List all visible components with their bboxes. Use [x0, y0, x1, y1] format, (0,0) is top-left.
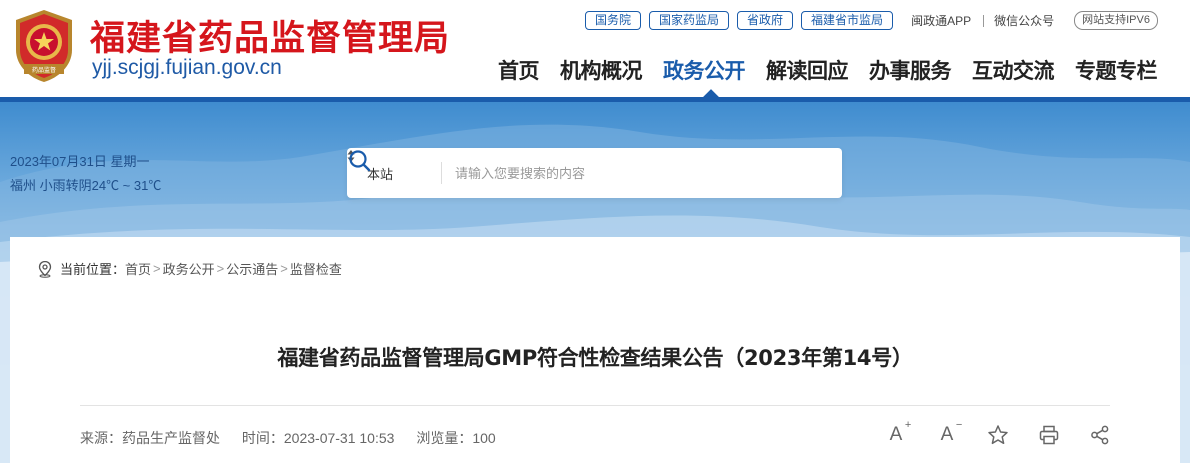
- favorite-button[interactable]: [987, 424, 1009, 446]
- article-card: 当前位置： 首页 > 政务公开 > 公示通告 > 监督检查 福建省药品监督管理局…: [10, 237, 1180, 463]
- top-link-market-supervision[interactable]: 福建省市监局: [801, 11, 894, 30]
- top-link-nmpa[interactable]: 国家药监局: [649, 11, 730, 30]
- breadcrumb-notices[interactable]: 公示通告: [226, 259, 278, 278]
- site-domain: yjj.scjgj.fujian.gov.cn: [92, 56, 282, 79]
- font-smaller-icon: A −: [940, 419, 963, 445]
- site-header: 药品监督 福建省药品监督管理局 yjj.scjgj.fujian.gov.cn …: [0, 0, 1190, 98]
- nav-government-affairs[interactable]: 政务公开: [663, 55, 746, 85]
- search-box: 本站: [347, 148, 842, 198]
- title-divider: [80, 405, 1110, 406]
- share-icon: [1091, 425, 1109, 445]
- breadcrumb-separator: >: [216, 261, 225, 276]
- print-icon: [1039, 425, 1059, 445]
- font-larger-icon: A +: [889, 419, 912, 445]
- breadcrumb: 当前位置： 首页 > 政务公开 > 公示通告 > 监督检查: [36, 259, 342, 278]
- weather-info: 福州 小雨转阴24℃ ~ 31℃: [10, 178, 162, 193]
- article-tools: A + A −: [885, 419, 1111, 446]
- top-links: 国务院 国家药监局 省政府 福建省市监局 闽政通APP 微信公众号 网站支持IP…: [585, 11, 1158, 30]
- article-time: 时间：2023-07-31 10:53: [241, 430, 395, 446]
- breadcrumb-home[interactable]: 首页: [125, 259, 151, 278]
- site-title[interactable]: 福建省药品监督管理局: [90, 10, 450, 61]
- main-nav: 首页 机构概况 政务公开 解读回应 办事服务 互动交流 专题专栏: [498, 55, 1158, 85]
- share-button[interactable]: [1089, 424, 1111, 446]
- print-button[interactable]: [1038, 424, 1060, 446]
- app-link[interactable]: 闽政通APP: [911, 12, 971, 29]
- top-link-state-council[interactable]: 国务院: [585, 11, 642, 30]
- article-views: 浏览量：100: [416, 430, 496, 446]
- nav-services[interactable]: 办事服务: [869, 55, 952, 85]
- emblem-icon[interactable]: 药品监督: [10, 8, 78, 84]
- location-icon: [38, 260, 52, 278]
- article-source: 来源：药品生产监督处: [80, 430, 220, 446]
- search-input[interactable]: [455, 160, 785, 186]
- top-link-province-gov[interactable]: 省政府: [737, 11, 794, 30]
- search-divider: [441, 162, 442, 184]
- current-date: 2023年07月31日 星期一: [10, 154, 150, 169]
- article-title: 福建省药品监督管理局GMP符合性检查结果公告（2023年第14号）: [277, 346, 913, 370]
- breadcrumb-separator: >: [153, 261, 161, 276]
- breadcrumb-inspection[interactable]: 监督检查: [290, 259, 342, 278]
- wechat-link[interactable]: 微信公众号: [994, 12, 1054, 29]
- breadcrumb-separator: >: [280, 261, 288, 276]
- breadcrumb-government-affairs[interactable]: 政务公开: [163, 259, 215, 278]
- top-separator: [983, 14, 985, 27]
- search-icon[interactable]: [347, 148, 373, 174]
- nav-home[interactable]: 首页: [498, 55, 540, 85]
- emblem-text: 药品监督: [32, 66, 56, 74]
- font-larger-button[interactable]: A +: [885, 419, 912, 446]
- nav-interaction[interactable]: 互动交流: [972, 55, 1055, 85]
- star-icon: [988, 425, 1008, 445]
- breadcrumb-prefix: 当前位置：: [60, 262, 126, 277]
- font-smaller-button[interactable]: A −: [936, 419, 963, 446]
- nav-special-topics[interactable]: 专题专栏: [1075, 55, 1158, 85]
- ipv6-badge: 网站支持IPV6: [1074, 11, 1158, 30]
- article-meta: 来源：药品生产监督处 时间：2023-07-31 10:53 浏览量：100: [80, 428, 514, 448]
- nav-interpretation[interactable]: 解读回应: [766, 55, 849, 85]
- nav-organization[interactable]: 机构概况: [560, 55, 643, 85]
